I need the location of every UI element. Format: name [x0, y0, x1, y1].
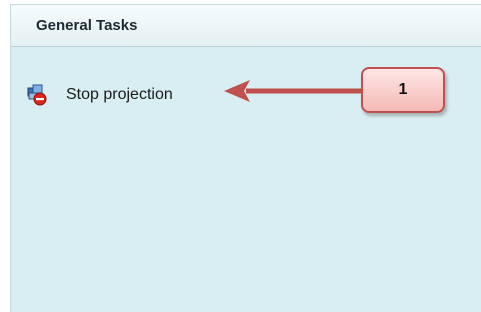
general-tasks-panel: General Tasks Stop projection [10, 4, 481, 312]
stop-projection-task[interactable]: Stop projection [26, 83, 173, 107]
panel-header: General Tasks [11, 5, 481, 47]
callout-number: 1 [398, 81, 408, 98]
panel-title: General Tasks [36, 17, 138, 34]
annotation-callout: 1 [361, 67, 445, 113]
annotation-arrow [224, 80, 364, 102]
task-label: Stop projection [66, 86, 173, 103]
stop-projection-icon [26, 84, 48, 106]
